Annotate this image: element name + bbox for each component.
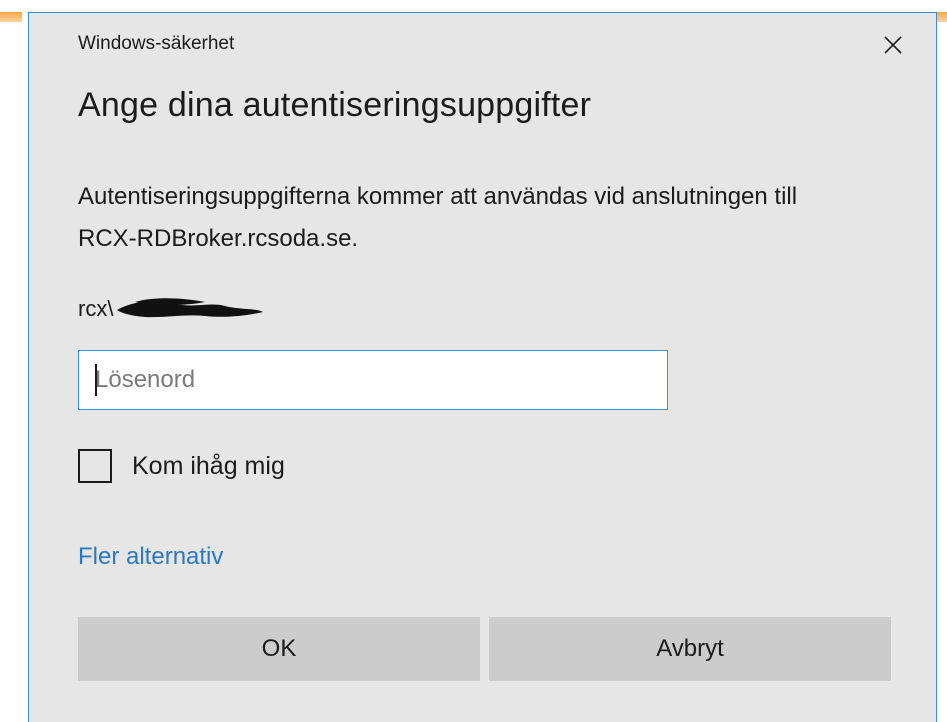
remember-me-label: Kom ihåg mig (132, 451, 285, 480)
credentials-dialog: Windows-säkerhet Ange dina autentisering… (28, 12, 937, 722)
redacted-username (115, 298, 265, 318)
ok-button[interactable]: OK (78, 617, 480, 681)
remember-me-option[interactable]: Kom ihåg mig (78, 449, 285, 483)
window-title: Windows-säkerhet (78, 33, 235, 54)
background-window-strip (0, 0, 947, 22)
username-display: rcx\ (78, 296, 265, 322)
username-prefix: rcx\ (78, 296, 114, 321)
password-input[interactable] (79, 351, 667, 409)
dialog-heading: Ange dina autentiseringsuppgifter (78, 86, 592, 124)
close-icon (884, 36, 902, 54)
close-button[interactable] (865, 23, 921, 67)
remember-me-checkbox[interactable] (78, 449, 112, 483)
background-window-edge (0, 12, 22, 22)
password-field[interactable] (78, 350, 668, 410)
more-options-link[interactable]: Fler alternativ (78, 543, 223, 571)
text-caret (95, 364, 97, 396)
background-window-edge (937, 12, 947, 22)
dialog-description: Autentiseringsuppgifterna kommer att anv… (78, 183, 798, 252)
cancel-button[interactable]: Avbryt (489, 617, 891, 681)
